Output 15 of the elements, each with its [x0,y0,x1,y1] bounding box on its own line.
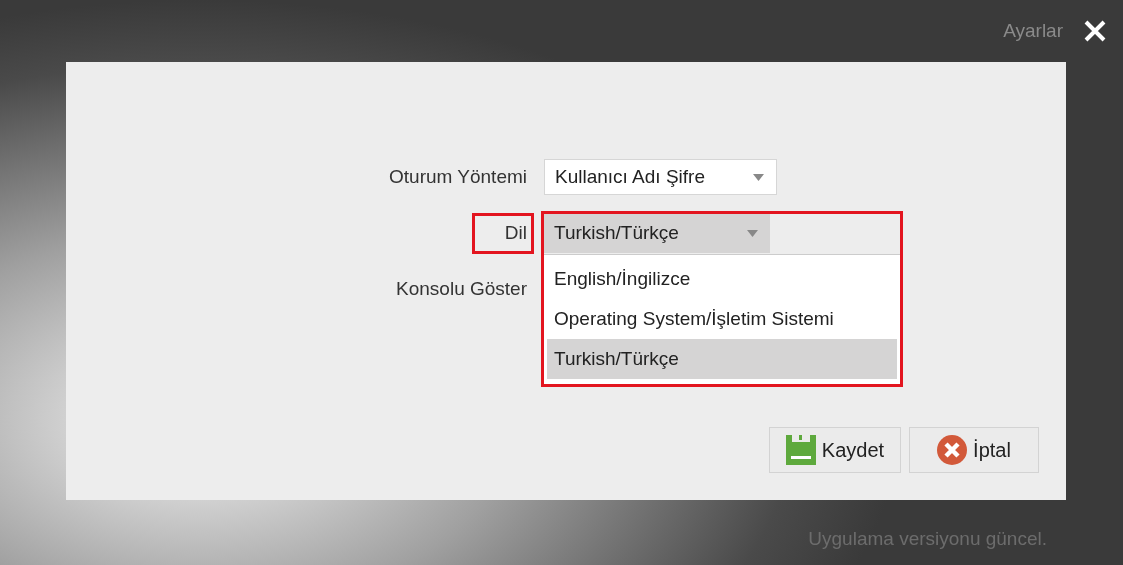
save-button[interactable]: Kaydet [769,427,901,473]
dropdown-option[interactable]: Turkish/Türkçe [547,339,897,379]
cancel-button[interactable]: İptal [909,427,1039,473]
dropdown-option[interactable]: English/İngilizce [547,259,897,299]
window-title: Ayarlar [1003,20,1063,42]
field-label: Konsolu Göster [395,276,528,301]
caret-icon [753,173,764,181]
close-button[interactable] [1083,19,1107,43]
dropdown[interactable]: Kullanıcı Adı Şifre [544,159,777,195]
dropdown-option[interactable]: Operating System/İşletim Sistemi [547,299,897,339]
dropdown[interactable]: Turkish/Türkçe [544,213,770,253]
field-label: Dil [471,212,534,254]
caret-icon [747,229,758,237]
cancel-icon [937,435,968,465]
field-label: Oturum Yöntemi [388,164,528,189]
